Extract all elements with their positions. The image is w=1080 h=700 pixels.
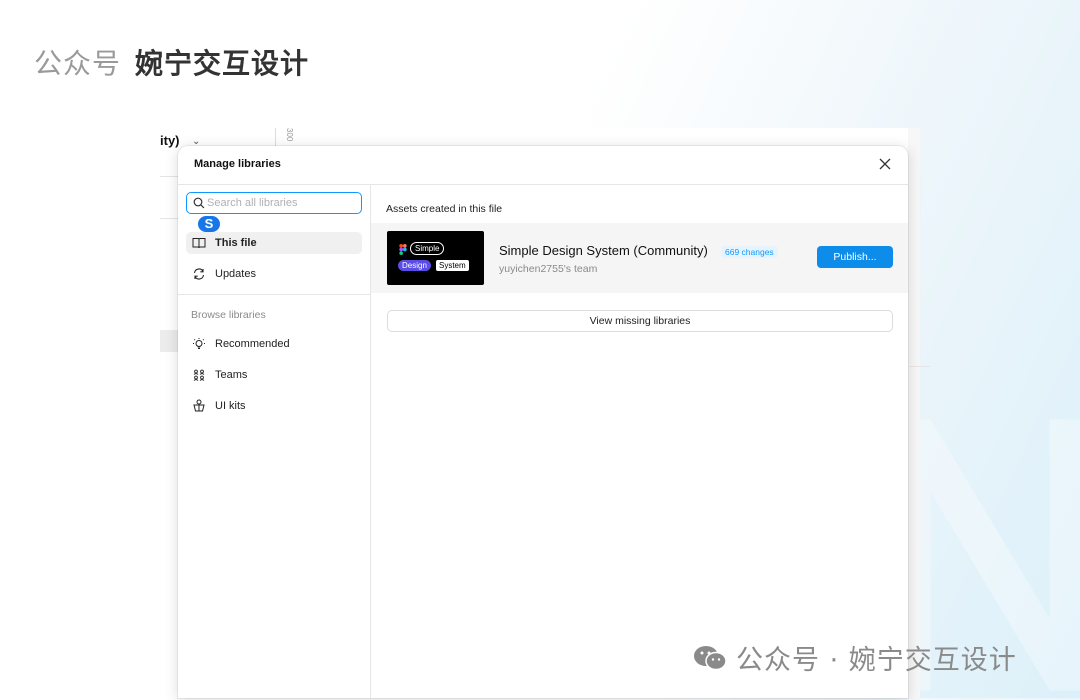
- background-divider-right: [910, 366, 930, 367]
- sidebar-item-label: UI kits: [215, 400, 246, 412]
- library-team: yuyichen2755's team: [499, 263, 598, 275]
- background-file-name[interactable]: ity): [160, 133, 180, 148]
- book-icon: [192, 238, 206, 249]
- thumb-word-design: Design: [398, 260, 431, 271]
- figma-logo-icon: [399, 244, 407, 255]
- search-input[interactable]: [207, 195, 357, 211]
- dialog-main: Assets created in this file Simple Desig…: [371, 185, 908, 698]
- sidebar-item-label: Recommended: [215, 338, 290, 350]
- close-icon[interactable]: [876, 155, 894, 173]
- search-icon: [193, 197, 205, 209]
- library-thumbnail: Simple Design System: [387, 231, 484, 285]
- team-icon: [193, 369, 205, 381]
- changes-badge: 669 changes: [721, 246, 778, 258]
- sidebar-item-teams[interactable]: Teams: [186, 364, 362, 386]
- dialog-title: Manage libraries: [194, 158, 281, 170]
- library-name: Simple Design System (Community): [499, 243, 708, 258]
- dialog-sidebar: S This file Updates Browse libraries: [178, 185, 371, 698]
- ui-kit-icon: [193, 399, 205, 412]
- sidebar-item-recommended[interactable]: Recommended: [186, 333, 362, 355]
- page-header: 公众号 婉宁交互设计: [34, 42, 309, 82]
- thumb-word-simple: Simple: [410, 242, 445, 255]
- sidebar-divider: [178, 294, 370, 295]
- thumb-word-system: System: [436, 260, 469, 271]
- manage-libraries-dialog: Manage libraries S This file: [178, 146, 908, 698]
- library-row[interactable]: Simple Design System Simple Design Syste…: [371, 223, 908, 293]
- header-title: 婉宁交互设计: [135, 47, 310, 80]
- sidebar-item-label: Updates: [215, 268, 256, 280]
- wechat-icon: [694, 645, 727, 670]
- sidebar-item-ui-kits[interactable]: UI kits: [186, 395, 362, 417]
- background-right-panel: [908, 128, 920, 698]
- footer-watermark-text: 公众号 · 婉宁交互设计: [736, 645, 1017, 676]
- sidebar-item-label: Teams: [215, 369, 248, 381]
- sidebar-item-updates[interactable]: Updates: [186, 263, 362, 285]
- header-prefix: 公众号: [34, 47, 122, 80]
- refresh-icon: [193, 268, 205, 280]
- extension-badge[interactable]: S: [196, 214, 222, 234]
- section-title: Assets created in this file: [386, 203, 503, 215]
- background-divider: [160, 218, 180, 219]
- search-field[interactable]: [186, 192, 362, 214]
- sidebar-item-this-file[interactable]: This file: [186, 232, 362, 254]
- sidebar-item-label: This file: [215, 237, 257, 249]
- publish-button[interactable]: Publish...: [817, 246, 893, 268]
- footer-watermark: 公众号 · 婉宁交互设计: [692, 638, 1017, 677]
- dialog-header: Manage libraries: [178, 146, 908, 185]
- view-missing-libraries-button[interactable]: View missing libraries: [387, 310, 893, 332]
- browse-libraries-heading: Browse libraries: [191, 309, 266, 321]
- lightbulb-icon: [193, 338, 205, 349]
